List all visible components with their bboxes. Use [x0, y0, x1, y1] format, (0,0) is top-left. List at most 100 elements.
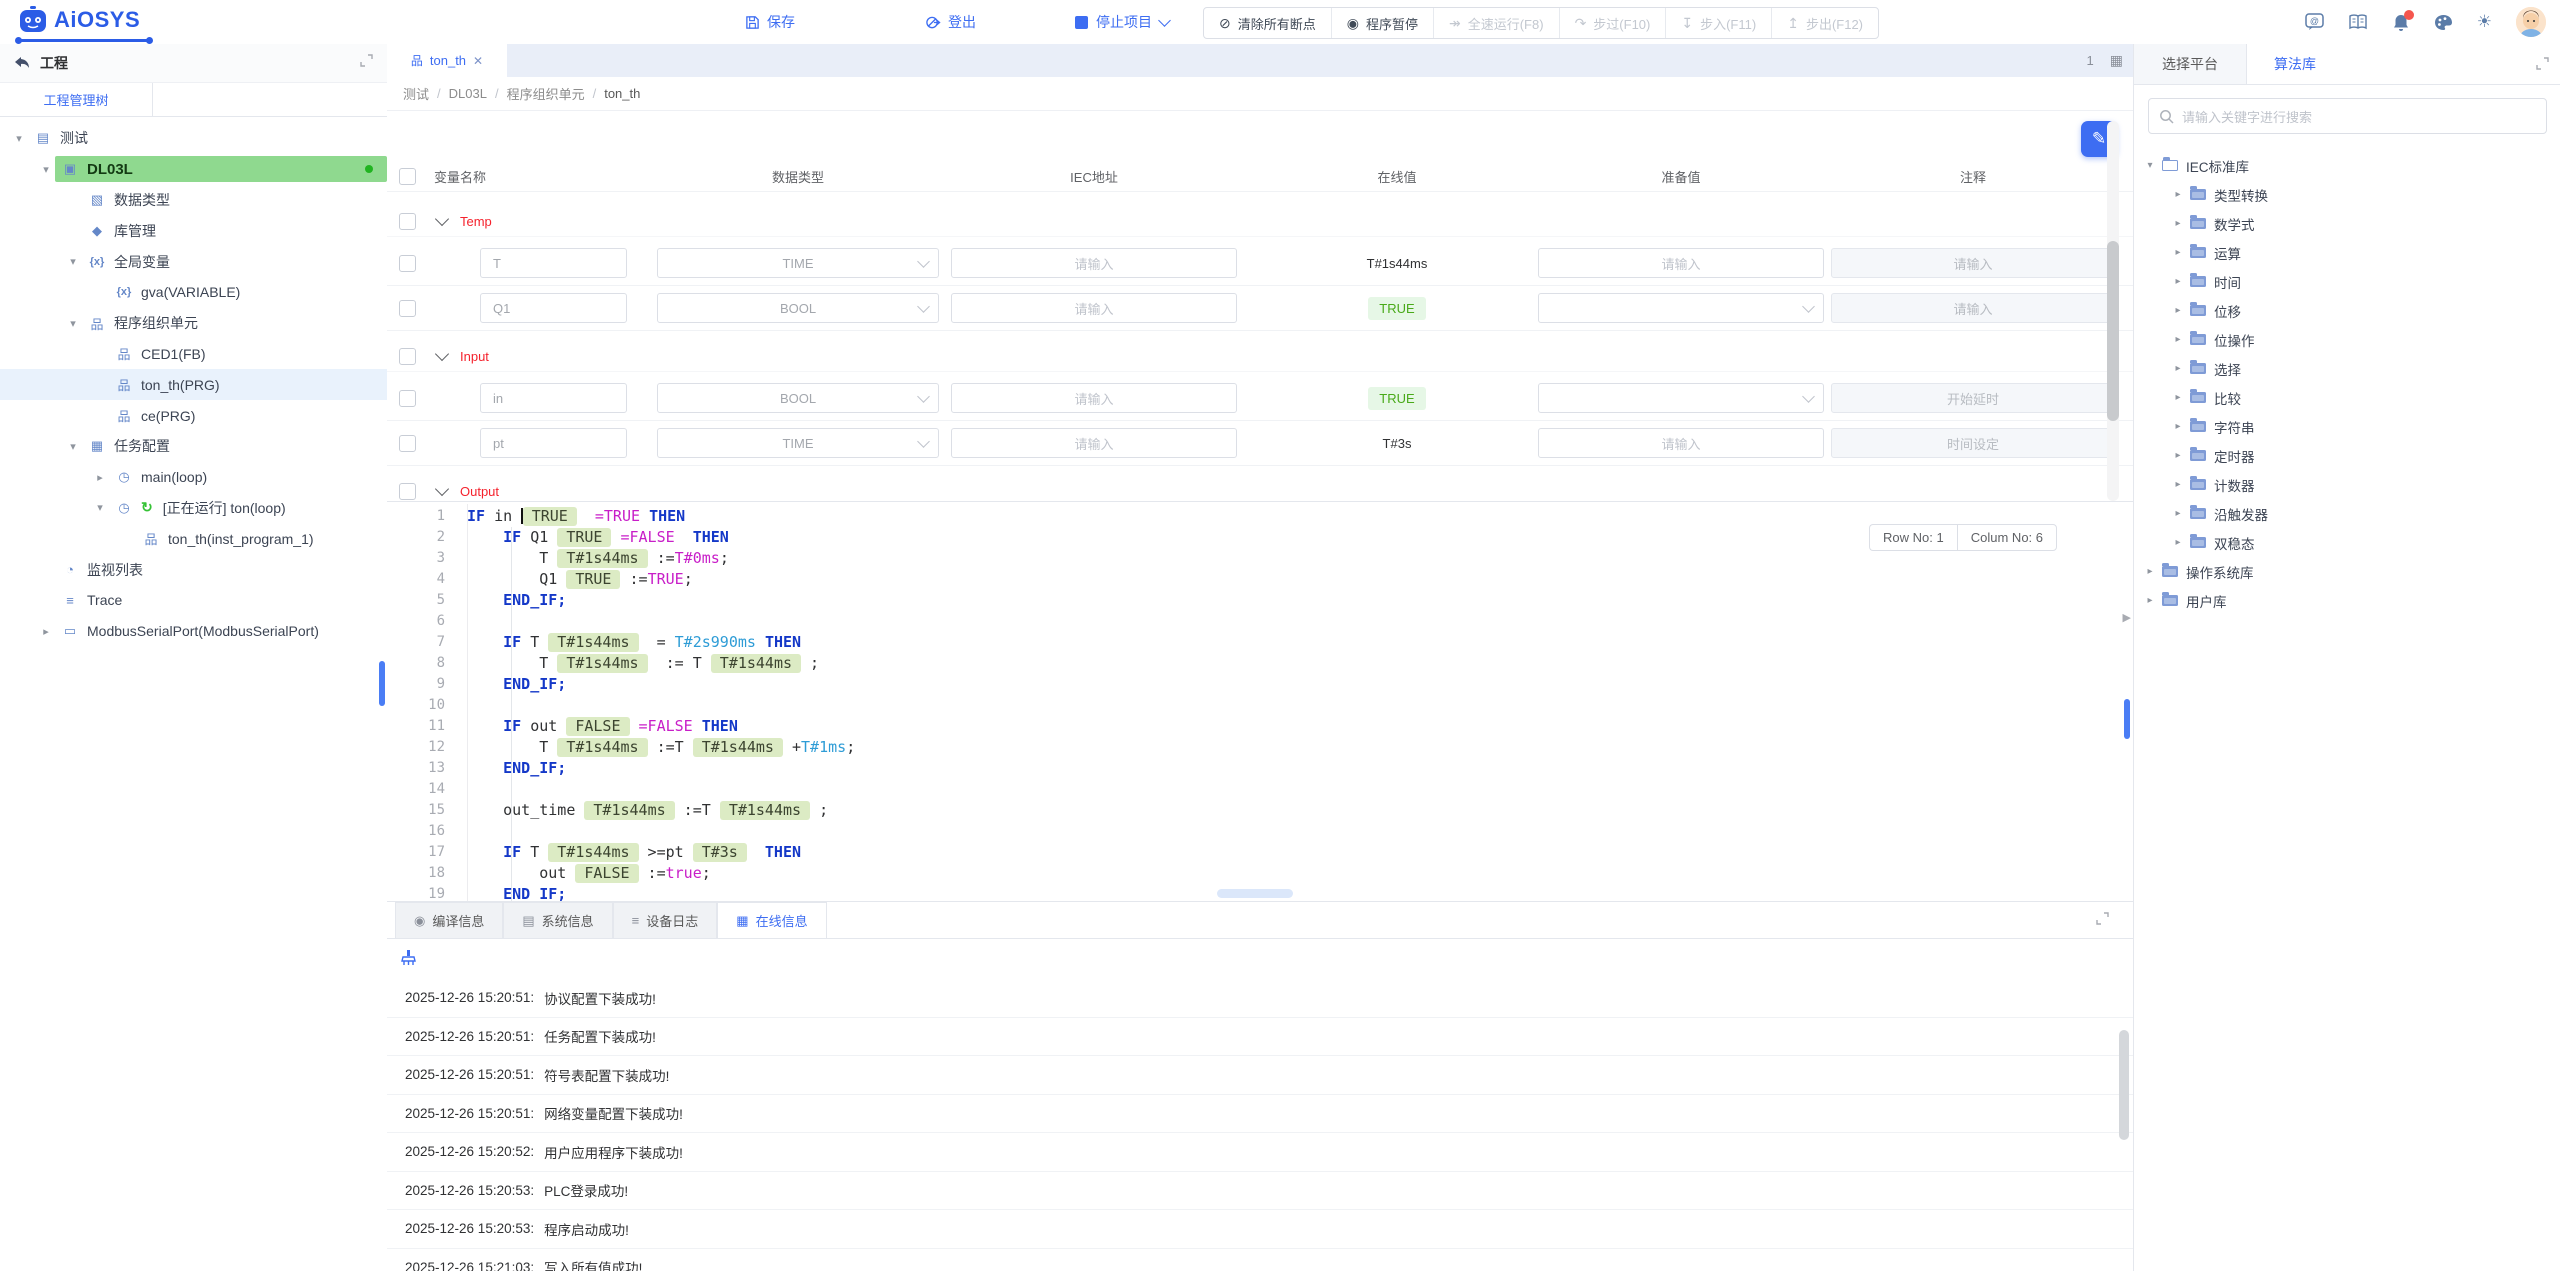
- expander-closed-icon[interactable]: ▸: [2170, 276, 2186, 287]
- expander-open-icon[interactable]: ▾: [64, 440, 82, 453]
- expander-closed-icon[interactable]: ▸: [91, 471, 109, 484]
- breadcrumb-item[interactable]: 程序组织单元: [507, 84, 585, 103]
- expander-closed-icon[interactable]: ▸: [2170, 392, 2186, 403]
- st-code-editor[interactable]: 1IF in TRUE =TRUE THEN2 IF Q1 TRUE =FALS…: [387, 501, 2133, 902]
- comment-input[interactable]: 开始延时: [1831, 383, 2115, 413]
- expander-closed-icon[interactable]: ▸: [37, 625, 55, 638]
- library-item--[interactable]: ▸时间: [2134, 267, 2560, 296]
- run-full-speed-button[interactable]: ↠全速运行(F8): [1434, 8, 1560, 38]
- code-line[interactable]: 17 IF T T#1s44ms >=pt T#3s THEN: [387, 842, 2133, 863]
- library-item--[interactable]: ▸类型转换: [2134, 180, 2560, 209]
- code-line[interactable]: 4 Q1 TRUE :=TRUE;: [387, 569, 2133, 590]
- code-line[interactable]: 16: [387, 821, 2133, 842]
- expander-closed-icon[interactable]: ▸: [2170, 189, 2186, 200]
- variable-name-input[interactable]: in: [480, 383, 627, 413]
- iec-address-input[interactable]: 请输入: [951, 248, 1237, 278]
- theme-light-icon[interactable]: ☀: [2477, 12, 2492, 32]
- tree-item-ton_th-prg-[interactable]: 品ton_th(PRG): [0, 369, 387, 400]
- expand-panel-icon[interactable]: [2096, 912, 2109, 930]
- library-item--[interactable]: ▸计数器: [2134, 470, 2560, 499]
- group-checkbox[interactable]: [399, 348, 416, 365]
- tree-item--[interactable]: ▾▤测试: [0, 123, 387, 154]
- expander-closed-icon[interactable]: ▸: [2170, 450, 2186, 461]
- step-over-button[interactable]: ↷步过(F10): [1560, 8, 1667, 38]
- expander-open-icon[interactable]: ▾: [37, 163, 55, 176]
- group-row-input[interactable]: Input: [387, 341, 2133, 372]
- close-tab-icon[interactable]: ✕: [473, 54, 483, 68]
- library-item--[interactable]: ▸数学式: [2134, 209, 2560, 238]
- code-line[interactable]: 14: [387, 779, 2133, 800]
- data-type-select[interactable]: BOOL: [657, 293, 939, 323]
- tree-item--[interactable]: ▾{x}全局变量: [0, 246, 387, 277]
- layout-grid-icon[interactable]: ▦: [2110, 52, 2123, 69]
- expander-open-icon[interactable]: ▾: [10, 132, 28, 145]
- expander-closed-icon[interactable]: ▸: [2170, 363, 2186, 374]
- library-item--[interactable]: ▸操作系统库: [2134, 557, 2560, 586]
- stop-project-button[interactable]: 停止项目: [1075, 0, 1169, 44]
- library-item--[interactable]: ▸选择: [2134, 354, 2560, 383]
- clear-breakpoints-button[interactable]: ⊘清除所有断点: [1204, 8, 1332, 38]
- prepare-value-input[interactable]: 请输入: [1538, 428, 1824, 458]
- row-checkbox[interactable]: [399, 435, 416, 452]
- library-item--[interactable]: ▸比较: [2134, 383, 2560, 412]
- iec-address-input[interactable]: 请输入: [951, 293, 1237, 323]
- group-collapse-icon[interactable]: [435, 212, 449, 226]
- tab-online[interactable]: ▦在线信息: [717, 902, 826, 938]
- tree-item--ton-loop-[interactable]: ▾◷↻[正在运行] ton(loop): [0, 493, 387, 524]
- panel-resize-handle[interactable]: [1217, 889, 1293, 898]
- data-type-select[interactable]: BOOL: [657, 383, 939, 413]
- step-into-button[interactable]: ↧步入(F11): [1666, 8, 1772, 38]
- expander-open-icon[interactable]: ▾: [2142, 160, 2158, 171]
- library-item--[interactable]: ▸用户库: [2134, 586, 2560, 615]
- step-out-button[interactable]: ↥步出(F12): [1772, 8, 1878, 38]
- code-line[interactable]: 7 IF T T#1s44ms = T#2s990ms THEN: [387, 632, 2133, 653]
- tab-compile[interactable]: ◉编译信息: [395, 902, 503, 938]
- breadcrumb-item[interactable]: DL03L: [449, 86, 487, 101]
- tree-item-ce-prg-[interactable]: 品ce(PRG): [0, 400, 387, 431]
- theme-palette-icon[interactable]: [2434, 14, 2453, 31]
- tree-item-main-loop-[interactable]: ▸◷main(loop): [0, 462, 387, 493]
- code-line[interactable]: 6: [387, 611, 2133, 632]
- group-checkbox[interactable]: [399, 483, 416, 500]
- expander-open-icon[interactable]: ▾: [91, 501, 109, 514]
- pause-program-button[interactable]: ◉程序暂停: [1332, 8, 1434, 38]
- tree-item-trace[interactable]: ≡Trace: [0, 585, 387, 616]
- expander-open-icon[interactable]: ▾: [64, 317, 82, 330]
- variable-name-input[interactable]: pt: [480, 428, 627, 458]
- tab-select-platform[interactable]: 选择平台: [2134, 44, 2247, 84]
- expander-closed-icon[interactable]: ▸: [2170, 305, 2186, 316]
- expander-closed-icon[interactable]: ▸: [2170, 218, 2186, 229]
- editor-scrollbar-thumb[interactable]: [2107, 241, 2119, 421]
- breadcrumb-item[interactable]: 测试: [403, 84, 429, 103]
- expander-closed-icon[interactable]: ▸: [2170, 247, 2186, 258]
- expander-closed-icon[interactable]: ▸: [2170, 421, 2186, 432]
- code-line[interactable]: 18 out FALSE :=true;: [387, 863, 2133, 884]
- group-collapse-icon[interactable]: [435, 347, 449, 361]
- tree-item-modbusserialport-modbusserialport-[interactable]: ▸▭ModbusSerialPort(ModbusSerialPort): [0, 616, 387, 647]
- comment-input[interactable]: 请输入: [1831, 248, 2115, 278]
- prepare-value-select[interactable]: [1538, 383, 1824, 413]
- code-line[interactable]: 5 END_IF;: [387, 590, 2133, 611]
- iec-address-input[interactable]: 请输入: [951, 383, 1237, 413]
- save-button[interactable]: 保存: [745, 0, 795, 44]
- library-item--[interactable]: ▸位操作: [2134, 325, 2560, 354]
- right-panel-expand-arrow[interactable]: ▶: [2123, 611, 2131, 624]
- collapse-right-panel-icon[interactable]: [2536, 57, 2549, 75]
- tree-item-dl03l[interactable]: ▾▣DL03L: [0, 154, 387, 185]
- log-scrollbar[interactable]: [2119, 1030, 2129, 1140]
- expander-closed-icon[interactable]: ▸: [2170, 334, 2186, 345]
- back-arrow-icon[interactable]: [14, 56, 30, 70]
- collapse-panel-icon[interactable]: [360, 54, 373, 72]
- expander-closed-icon[interactable]: ▸: [2170, 479, 2186, 490]
- docs-book-icon[interactable]: [2348, 14, 2368, 30]
- library-item--[interactable]: ▸定时器: [2134, 441, 2560, 470]
- right-resize-handle[interactable]: [2124, 699, 2130, 739]
- tree-item--[interactable]: ▾▦任务配置: [0, 431, 387, 462]
- logout-button[interactable]: 登出: [925, 0, 976, 44]
- group-checkbox[interactable]: [399, 213, 416, 230]
- prepare-value-select[interactable]: [1538, 293, 1824, 323]
- clear-log-icon[interactable]: [400, 949, 417, 966]
- tree-item-ton_th-inst_program_1-[interactable]: 品ton_th(inst_program_1): [0, 523, 387, 554]
- library-item-iec-[interactable]: ▾IEC标准库: [2134, 151, 2560, 180]
- data-type-select[interactable]: TIME: [657, 248, 939, 278]
